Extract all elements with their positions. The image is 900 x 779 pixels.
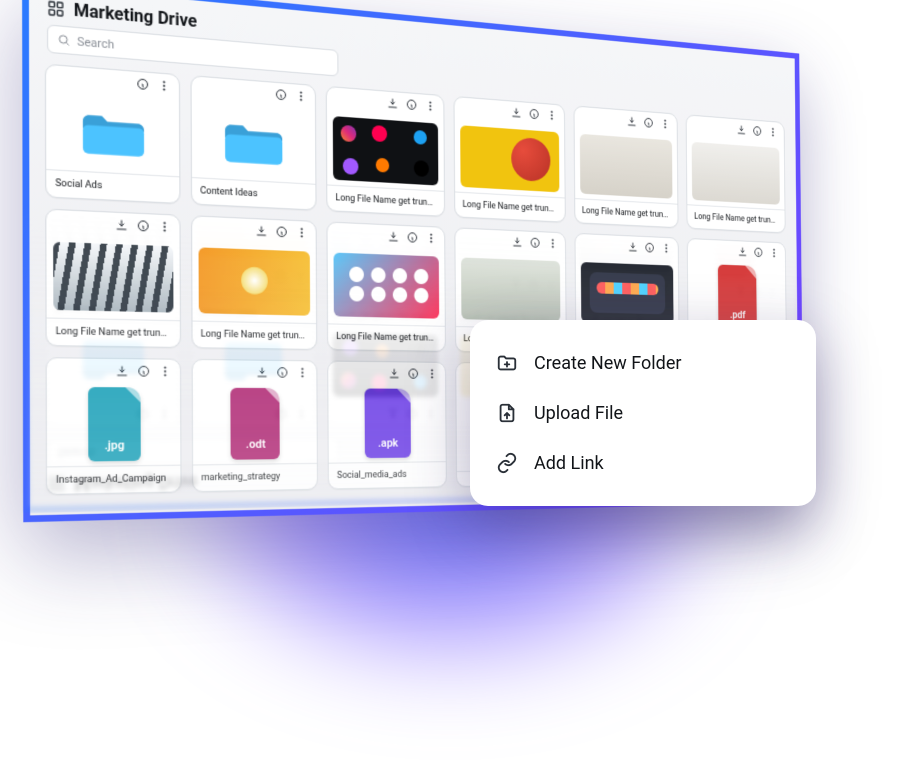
card-label: Content Ideas — [191, 298, 315, 327]
thumbnail — [333, 333, 438, 397]
more-icon[interactable] — [660, 282, 672, 296]
more-icon[interactable] — [294, 130, 308, 145]
ctx-label: Upload File — [534, 403, 623, 424]
ctx-add-link[interactable]: Add Link — [478, 438, 808, 488]
download-icon[interactable] — [509, 144, 522, 159]
file-tile: .jpg — [86, 34, 138, 111]
download-icon[interactable] — [254, 127, 268, 143]
more-icon[interactable] — [423, 138, 436, 153]
thumbnail — [332, 197, 437, 264]
more-icon[interactable] — [768, 285, 779, 298]
file-ext: .odt — [243, 56, 263, 71]
info-icon[interactable] — [642, 153, 654, 167]
info-icon[interactable] — [643, 281, 655, 295]
thumbnail — [459, 203, 558, 268]
grid-card[interactable]: Social Ads — [45, 294, 180, 428]
file-tile: .apk — [361, 58, 407, 130]
more-icon[interactable] — [545, 147, 557, 161]
more-icon[interactable] — [425, 406, 438, 420]
grid-card[interactable]: Long File Name get truncat... — [326, 301, 445, 427]
ctx-upload-file[interactable]: Upload File — [478, 388, 808, 438]
more-icon[interactable] — [157, 264, 172, 279]
file-tile: .odt — [228, 47, 277, 122]
info-icon[interactable] — [528, 277, 541, 291]
more-icon[interactable] — [546, 278, 558, 292]
download-icon[interactable] — [736, 284, 747, 297]
more-icon[interactable] — [766, 162, 777, 175]
grid-card[interactable]: Long File Name get truncat... — [44, 145, 179, 286]
download-icon[interactable] — [387, 406, 400, 420]
link-icon — [496, 452, 518, 474]
file-upload-icon — [496, 402, 518, 424]
info-icon[interactable] — [135, 119, 150, 135]
info-icon[interactable] — [752, 285, 763, 298]
grid-card[interactable] — [571, 48, 676, 175]
thumbnail — [197, 190, 309, 260]
file-ext: .apk — [374, 67, 394, 82]
info-icon[interactable] — [136, 406, 151, 421]
more-icon[interactable] — [295, 269, 309, 284]
download-icon[interactable] — [735, 160, 746, 174]
grid-card[interactable]: .pdfAd_campaign_report — [685, 184, 785, 304]
download-icon[interactable] — [510, 276, 523, 290]
more-icon[interactable] — [158, 406, 173, 421]
grid-card[interactable]: Long File Name get truncat... — [325, 162, 444, 294]
download-icon[interactable] — [255, 268, 269, 283]
ctx-label: Add Link — [534, 453, 604, 474]
more-icon[interactable] — [157, 120, 172, 136]
more-icon[interactable] — [424, 274, 437, 288]
grid-card[interactable]: Content Ideas — [190, 297, 317, 427]
grid-card[interactable]: Long File Name get truncat... — [572, 177, 677, 301]
folder-plus-icon — [496, 352, 518, 374]
grid-card[interactable]: .odtmarketing_strategy — [189, 12, 315, 152]
download-icon[interactable] — [114, 117, 129, 133]
file-tile — [714, 89, 753, 155]
more-icon[interactable] — [296, 406, 310, 421]
file-ext: .jpg — [102, 44, 122, 60]
info-icon[interactable] — [751, 161, 762, 175]
grid-card[interactable]: Long File Name get truncat... — [452, 170, 564, 297]
info-icon[interactable] — [136, 264, 151, 280]
grid-card[interactable]: Yo — [683, 58, 782, 181]
more-icon[interactable] — [659, 154, 671, 168]
file-ext: .pdf — [727, 222, 743, 235]
info-icon[interactable] — [275, 268, 289, 283]
ctx-create-folder[interactable]: Create New Folder — [478, 338, 808, 388]
download-icon[interactable] — [386, 272, 399, 287]
info-icon[interactable] — [276, 406, 290, 421]
download-icon[interactable] — [114, 263, 129, 279]
grid-card[interactable]: .jpgInstagram_Ad_Campaign — [44, 0, 179, 143]
info-icon[interactable] — [405, 273, 418, 288]
download-icon[interactable] — [625, 152, 637, 166]
context-menu[interactable]: Create New Folder Upload File Add Link — [470, 320, 816, 506]
thumbnail — [578, 209, 671, 272]
file-tile: .pdf — [715, 214, 754, 278]
card-label: Long File Name get truncat... — [327, 302, 443, 330]
download-icon[interactable] — [626, 280, 638, 294]
info-icon[interactable] — [406, 406, 419, 420]
card-label: Social Ads — [46, 295, 179, 325]
grid-card[interactable]: .apkSocial_media_ads — [324, 24, 443, 159]
grid-card[interactable] — [452, 36, 564, 167]
download-icon[interactable] — [386, 136, 399, 151]
info-icon[interactable] — [274, 128, 288, 143]
grid-card[interactable]: Long File Name get truncat... — [189, 154, 316, 290]
ctx-label: Create New Folder — [534, 353, 681, 374]
info-icon[interactable] — [405, 137, 418, 152]
thumbnail — [52, 182, 172, 254]
info-icon[interactable] — [527, 145, 539, 159]
